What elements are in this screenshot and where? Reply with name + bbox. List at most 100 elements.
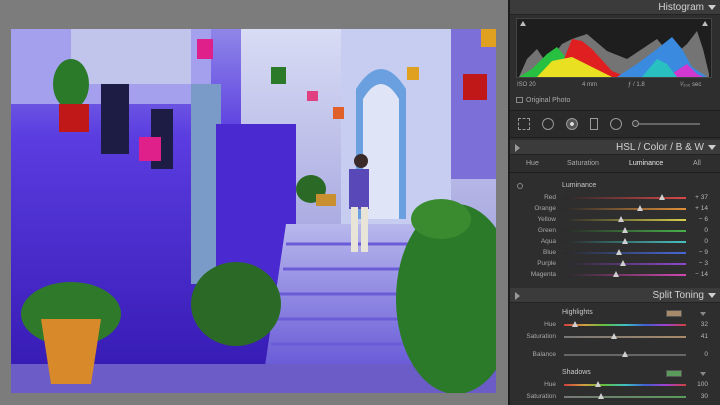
luminance-slider-yellow-value[interactable]: − 6	[682, 216, 708, 223]
balance-thumb[interactable]	[622, 351, 628, 357]
collapse-triangle-icon[interactable]	[708, 5, 716, 10]
luminance-slider-blue-label: Blue	[542, 249, 556, 256]
exif-iso: ISO 20	[517, 82, 536, 88]
histogram-header[interactable]: Histogram	[510, 0, 720, 15]
shadows-saturation-thumb[interactable]	[597, 393, 604, 399]
luminance-slider-aqua-thumb[interactable]	[622, 238, 628, 244]
highlights-hue-track[interactable]	[564, 324, 686, 326]
shadows-saturation-label: Saturation	[526, 393, 556, 400]
luminance-slider-magenta-value[interactable]: − 14	[682, 271, 708, 278]
luminance-slider-purple-value[interactable]: − 3	[682, 260, 708, 267]
collapse-triangle-icon[interactable]	[708, 293, 716, 298]
luminance-slider-purple-thumb[interactable]	[619, 260, 626, 266]
tab-all[interactable]: All	[693, 158, 701, 170]
photo-canvas[interactable]	[0, 0, 508, 405]
luminance-slider-blue-thumb[interactable]	[615, 249, 622, 255]
adjustment-brush-icon[interactable]	[632, 120, 639, 127]
luminance-slider-orange-track[interactable]	[564, 208, 686, 210]
highlights-saturation-label: Saturation	[526, 333, 556, 340]
luminance-slider-yellow[interactable]: Yellow − 6	[510, 214, 720, 225]
hsl-header[interactable]: HSL / Color / B & W	[510, 140, 720, 155]
exif-focal: 4 mm	[582, 82, 597, 88]
shadows-saturation[interactable]: Saturation 30	[510, 391, 720, 402]
luminance-slider-green[interactable]: Green 0	[510, 225, 720, 236]
panel-switch-icon[interactable]	[515, 292, 520, 300]
luminance-slider-magenta-thumb[interactable]	[613, 271, 620, 277]
shadows-saturation-value[interactable]: 30	[682, 393, 708, 400]
luminance-slider-aqua-value[interactable]: 0	[682, 238, 708, 245]
shadows-hue[interactable]: Hue 100	[510, 379, 720, 390]
luminance-slider-blue-track[interactable]	[564, 252, 686, 254]
split-toning-title: Split Toning	[652, 290, 704, 301]
highlights-saturation-thumb[interactable]	[611, 333, 618, 339]
luminance-slider-orange-value[interactable]: + 14	[682, 205, 708, 212]
graduated-filter-icon[interactable]	[590, 118, 598, 130]
shadows-saturation-track[interactable]	[564, 396, 686, 398]
shadows-hue-thumb[interactable]	[595, 381, 602, 387]
luminance-slider-red-track[interactable]	[564, 197, 686, 199]
crop-overlay-icon[interactable]	[518, 118, 530, 130]
checkbox-icon[interactable]	[516, 97, 523, 103]
luminance-slider-red-label: Red	[544, 194, 556, 201]
highlights-label: Highlights	[562, 309, 593, 316]
luminance-slider-yellow-track[interactable]	[564, 219, 686, 221]
luminance-slider-blue[interactable]: Blue − 9	[510, 247, 720, 258]
luminance-slider-purple-label: Purple	[537, 260, 556, 267]
shadows-color-swatch[interactable]	[666, 370, 682, 377]
luminance-slider-green-value[interactable]: 0	[682, 227, 708, 234]
tab-hue[interactable]: Hue	[526, 158, 539, 170]
luminance-slider-magenta[interactable]: Magenta − 14	[510, 269, 720, 280]
highlights-saturation[interactable]: Saturation 41	[510, 331, 720, 342]
collapse-triangle-icon[interactable]	[708, 145, 716, 150]
highlights-hue-label: Hue	[544, 321, 556, 328]
shadow-clipping-icon[interactable]	[520, 21, 526, 26]
luminance-slider-blue-value[interactable]: − 9	[682, 249, 708, 256]
luminance-slider-red[interactable]: Red + 37	[510, 192, 720, 203]
highlights-color-swatch[interactable]	[666, 310, 682, 317]
hsl-tabs: Hue Saturation Luminance All	[510, 158, 720, 170]
tab-luminance[interactable]: Luminance	[629, 158, 663, 170]
targeted-adjustment-icon[interactable]	[517, 183, 523, 189]
highlights-expand-icon[interactable]	[700, 312, 706, 316]
luminance-slider-red-thumb[interactable]	[658, 194, 665, 200]
balance-label: Balance	[532, 351, 557, 358]
photo-preview[interactable]	[11, 29, 496, 393]
radial-filter-icon[interactable]	[610, 118, 622, 130]
luminance-slider-purple[interactable]: Purple − 3	[510, 258, 720, 269]
luminance-slider-red-value[interactable]: + 37	[682, 194, 708, 201]
spot-removal-icon[interactable]	[542, 118, 554, 130]
luminance-slider-orange-thumb[interactable]	[636, 205, 643, 211]
original-photo-toggle[interactable]: Original Photo	[516, 97, 570, 104]
split-toning-header[interactable]: Split Toning	[510, 288, 720, 303]
luminance-slider-aqua-label: Aqua	[540, 238, 556, 245]
luminance-slider-aqua[interactable]: Aqua 0	[510, 236, 720, 247]
luminance-slider-orange-label: Orange	[534, 205, 556, 212]
shadows-expand-icon[interactable]	[700, 372, 706, 376]
histogram-graph[interactable]	[516, 18, 712, 78]
luminance-slider-magenta-label: Magenta	[530, 271, 556, 278]
tab-divider	[510, 172, 720, 173]
luminance-slider-yellow-label: Yellow	[537, 216, 556, 223]
red-eye-icon[interactable]	[566, 118, 578, 130]
luminance-slider-yellow-thumb[interactable]	[618, 216, 625, 222]
luminance-slider-orange[interactable]: Orange + 14	[510, 203, 720, 214]
exif-shutter: ¹⁄₂₀₀ sec	[680, 82, 702, 88]
luminance-slider-magenta-track[interactable]	[564, 274, 686, 276]
tab-saturation[interactable]: Saturation	[567, 158, 599, 170]
histogram-curves	[519, 31, 709, 77]
balance-value[interactable]: 0	[682, 351, 708, 358]
highlights-saturation-track[interactable]	[564, 336, 686, 338]
hsl-title: HSL / Color / B & W	[616, 142, 704, 153]
highlights-saturation-value[interactable]: 41	[682, 333, 708, 340]
highlight-clipping-icon[interactable]	[702, 21, 708, 26]
brush-slider-track[interactable]	[636, 123, 700, 125]
original-photo-label: Original Photo	[526, 97, 571, 104]
panel-switch-icon[interactable]	[515, 144, 520, 152]
shadows-hue-value[interactable]: 100	[682, 381, 708, 388]
balance[interactable]: Balance 0	[510, 349, 720, 360]
highlights-hue-thumb[interactable]	[571, 321, 578, 327]
luminance-slider-green-thumb[interactable]	[622, 227, 628, 233]
highlights-hue-value[interactable]: 32	[682, 321, 708, 328]
shadows-hue-track[interactable]	[564, 384, 686, 386]
highlights-hue[interactable]: Hue 32	[510, 319, 720, 330]
